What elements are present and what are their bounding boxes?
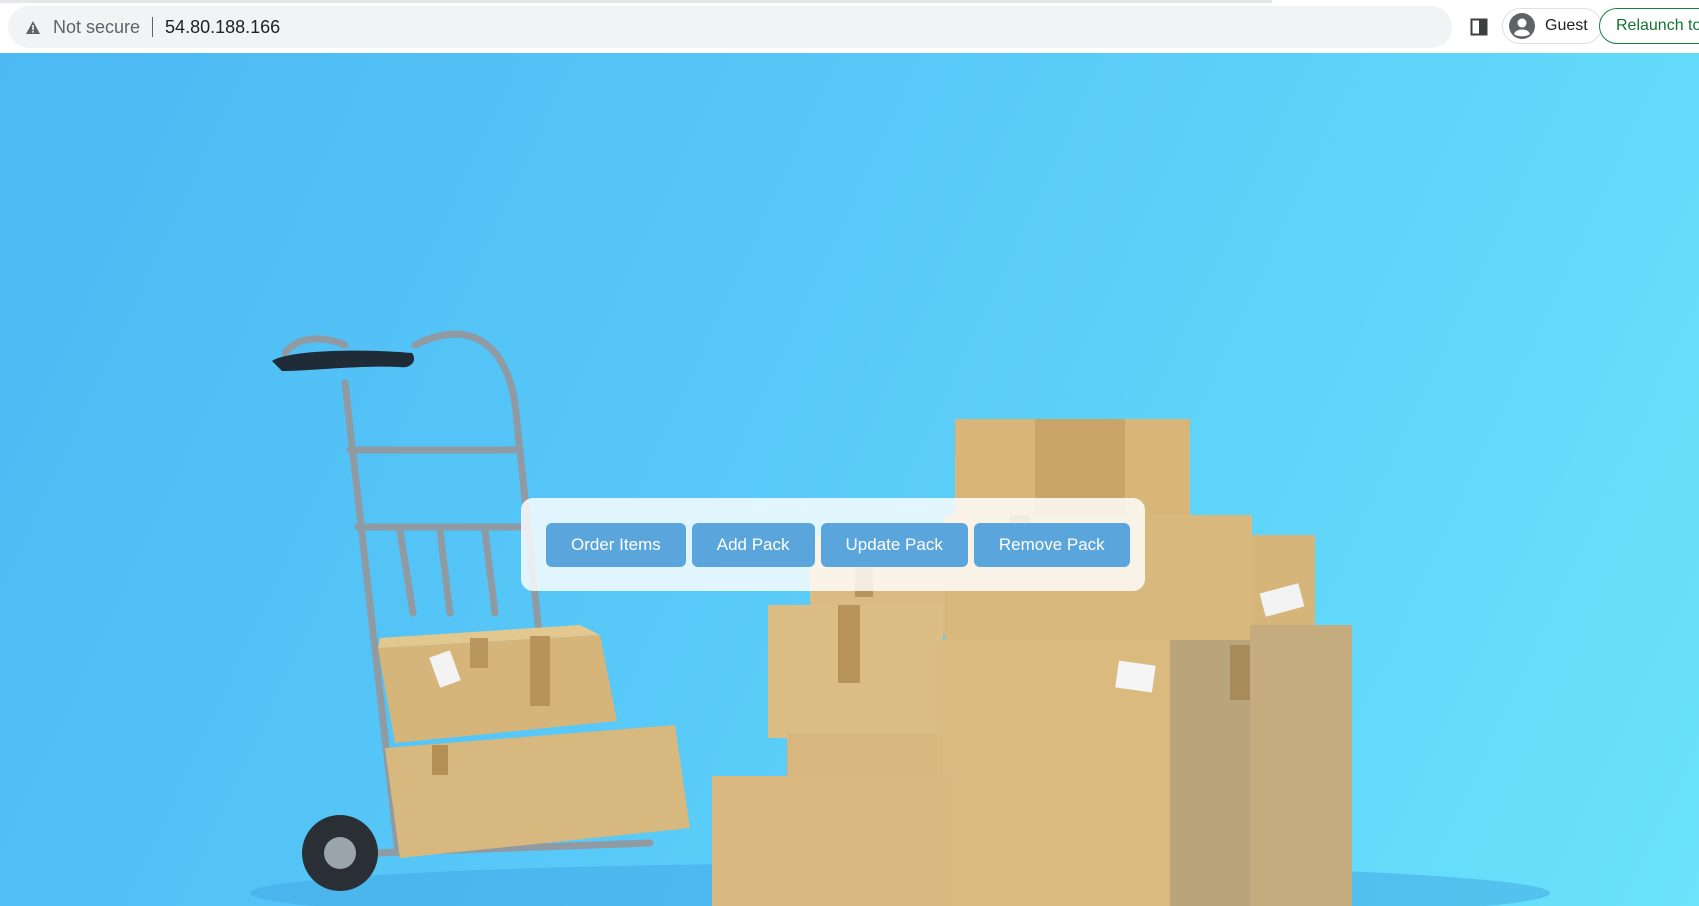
divider [152,17,154,37]
hand-truck-and-boxes-illustration [250,330,1550,906]
remove-pack-button[interactable]: Remove Pack [973,522,1130,567]
update-pack-button[interactable]: Update Pack [820,522,968,567]
security-status-label[interactable]: Not secure [53,17,140,38]
profile-button[interactable]: Guest [1502,8,1602,44]
address-bar[interactable]: Not secure 54.80.188.166 [8,6,1452,48]
loading-progress-line [0,0,1272,3]
cardboard-box-icon [378,625,690,858]
browser-toolbar: Not secure 54.80.188.166 Guest Relaunch … [0,0,1699,53]
url-text[interactable]: 54.80.188.166 [165,17,280,38]
order-items-button[interactable]: Order Items [546,522,686,567]
profile-name: Guest [1545,17,1588,34]
side-panel-icon[interactable] [1468,16,1490,38]
avatar-icon [1507,11,1537,41]
relaunch-button[interactable]: Relaunch to [1599,8,1699,44]
add-pack-button[interactable]: Add Pack [691,522,815,567]
warning-icon[interactable] [24,18,42,36]
hero-background-image: Order Items Add Pack Update Pack Remove … [0,53,1699,906]
action-menu-panel: Order Items Add Pack Update Pack Remove … [521,498,1145,591]
